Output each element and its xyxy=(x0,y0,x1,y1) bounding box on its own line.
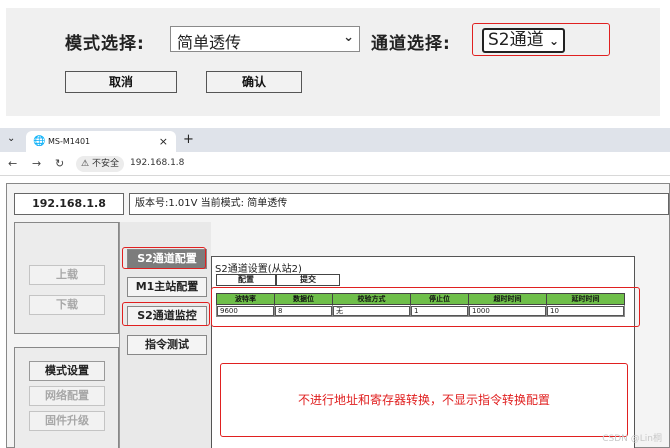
network-config-button[interactable]: 网络配置 xyxy=(29,386,105,406)
version-info: 版本号:1.01V 当前模式: 简单透传 xyxy=(129,193,669,215)
settings-panel: 模式选择: 简单透传 ⌄ 通道选择: S2通道 ⌄ 取消 确认 xyxy=(6,8,660,116)
highlight-frame xyxy=(472,23,610,56)
browser-tab-strip: ⌄ 🌐 MS-M1401 × + xyxy=(0,128,670,152)
config-tab[interactable]: 配置 xyxy=(216,274,276,286)
tab-title: MS-M1401 xyxy=(48,137,91,146)
chevron-down-icon: ⌄ xyxy=(343,30,354,45)
url-text[interactable]: 192.168.1.8 xyxy=(130,158,184,168)
not-secure-label: 不安全 xyxy=(91,159,119,169)
close-tab-icon[interactable]: × xyxy=(159,131,168,152)
nav-m1-config[interactable]: M1主站配置 xyxy=(127,277,207,297)
tab-list-chevron-icon[interactable]: ⌄ xyxy=(7,133,15,144)
browser-tab[interactable]: 🌐 MS-M1401 × xyxy=(26,131,176,152)
cancel-button[interactable]: 取消 xyxy=(65,71,177,93)
new-tab-button[interactable]: + xyxy=(183,132,194,147)
confirm-button[interactable]: 确认 xyxy=(206,71,302,93)
download-button[interactable]: 下载 xyxy=(29,295,105,315)
back-arrow-icon[interactable]: ← xyxy=(8,157,17,170)
mode-settings-button[interactable]: 模式设置 xyxy=(29,361,105,381)
forward-arrow-icon[interactable]: → xyxy=(32,157,41,170)
reload-icon[interactable]: ↻ xyxy=(55,157,64,170)
globe-icon: 🌐 xyxy=(33,136,46,147)
submit-tab[interactable]: 提交 xyxy=(276,274,340,286)
watermark: CSDN @Lin桐 xyxy=(602,434,662,444)
panel-title: S2通道设置(从站2) xyxy=(215,264,302,275)
highlight-frame xyxy=(122,247,206,269)
warning-icon: ⚠ xyxy=(81,159,90,169)
nav-command-test[interactable]: 指令测试 xyxy=(127,335,207,355)
mode-select-value: 简单透传 xyxy=(177,33,242,52)
device-ip: 192.168.1.8 xyxy=(14,193,124,215)
firmware-upgrade-button[interactable]: 固件升级 xyxy=(29,411,105,431)
address-bar-row: ← → ↻ ⚠ 不安全 192.168.1.8 xyxy=(0,152,670,176)
highlight-frame xyxy=(122,302,210,326)
not-secure-badge[interactable]: ⚠ 不安全 xyxy=(76,156,124,172)
highlight-frame xyxy=(211,287,640,327)
channel-select-label: 通道选择: xyxy=(371,34,451,54)
mode-select[interactable]: 简单透传 ⌄ xyxy=(170,26,360,52)
upload-button[interactable]: 上载 xyxy=(29,265,105,285)
mode-select-label: 模式选择: xyxy=(65,34,145,54)
settings-group: 模式设置 网络配置 固件升级 xyxy=(14,347,119,448)
annotation-note: 不进行地址和寄存器转换，不显示指令转换配置 xyxy=(220,363,628,437)
upload-download-group: 上载 下载 xyxy=(14,222,119,334)
